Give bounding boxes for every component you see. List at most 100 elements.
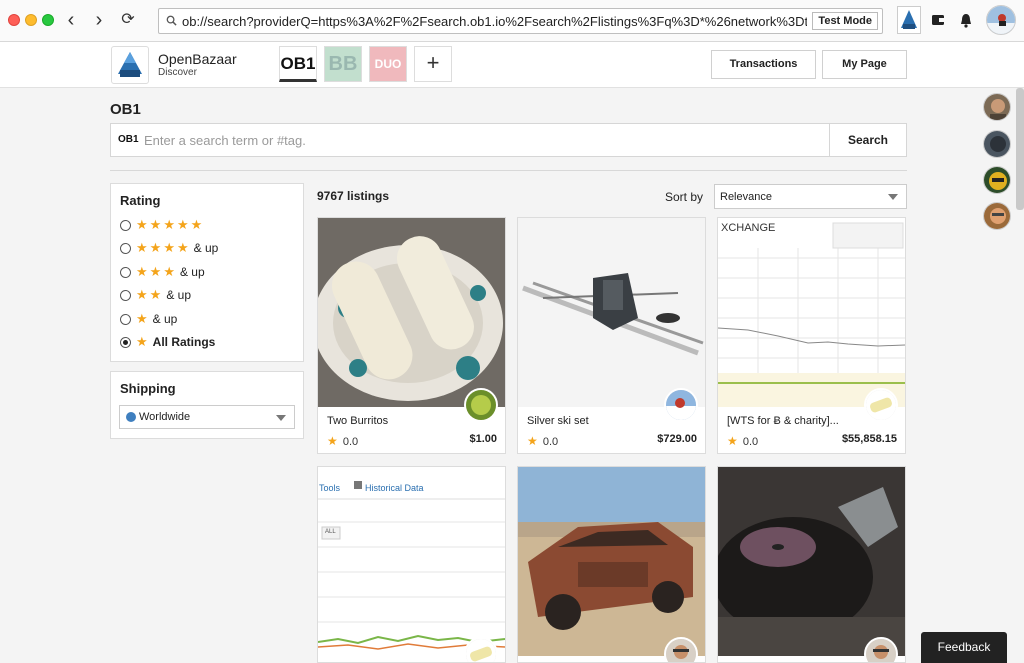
search-bar: OB1 Search bbox=[110, 123, 907, 157]
bell-icon[interactable] bbox=[959, 13, 973, 28]
close-window-button[interactable] bbox=[8, 14, 20, 26]
app-subtitle: Discover bbox=[158, 67, 197, 78]
avatar-icon bbox=[984, 167, 1010, 193]
radio-button[interactable] bbox=[120, 242, 131, 254]
followed-avatar[interactable] bbox=[983, 93, 1011, 121]
search-button[interactable]: Search bbox=[829, 124, 906, 156]
star-icon: ★ bbox=[136, 264, 148, 279]
avatar-icon bbox=[984, 94, 1010, 120]
historical-data-tab[interactable]: Historical Data bbox=[365, 483, 424, 493]
my-page-button[interactable]: My Page bbox=[822, 50, 907, 79]
star-icon: ★ bbox=[136, 217, 148, 232]
vendor-avatar[interactable] bbox=[864, 388, 898, 422]
followed-avatar[interactable] bbox=[983, 166, 1011, 194]
app-header: OpenBazaar Discover OB1 BB DUO + Transac… bbox=[0, 42, 1024, 88]
listing-image[interactable] bbox=[518, 218, 705, 407]
wallet-icon[interactable] bbox=[931, 13, 945, 27]
listing-rating-value: 0.0 bbox=[542, 436, 559, 448]
listing-image[interactable] bbox=[318, 467, 505, 656]
rating-option-1[interactable]: ★ & up bbox=[120, 311, 177, 327]
star-icon: ★ bbox=[527, 434, 538, 448]
radio-button[interactable] bbox=[120, 289, 131, 301]
followed-avatar[interactable] bbox=[983, 202, 1011, 230]
vendor-avatar[interactable] bbox=[664, 388, 698, 422]
tools-tab[interactable]: Tools bbox=[319, 483, 340, 493]
maximize-window-button[interactable] bbox=[42, 14, 54, 26]
add-provider-button[interactable]: + bbox=[414, 46, 452, 82]
listing-price: $1.00 bbox=[469, 433, 497, 445]
rating-option-label: & up bbox=[166, 288, 191, 302]
listing-image[interactable] bbox=[718, 218, 905, 407]
minimize-window-button[interactable] bbox=[25, 14, 37, 26]
chevron-down-icon bbox=[276, 415, 286, 421]
avatar-icon bbox=[984, 203, 1010, 229]
star-icon: ★ bbox=[149, 217, 162, 232]
listing-card[interactable]: Tools Historical Data ALL bbox=[317, 466, 506, 663]
listing-card[interactable]: XCHANGE [WTS for Ƀ & charity]... ★ 0.0 $… bbox=[717, 217, 906, 454]
listing-card[interactable] bbox=[517, 466, 706, 663]
feedback-button[interactable]: Feedback bbox=[921, 632, 1007, 663]
listing-card[interactable]: Silver ski set ★ 0.0 $729.00 bbox=[517, 217, 706, 454]
user-avatar[interactable] bbox=[986, 5, 1016, 35]
search-icon bbox=[166, 15, 177, 26]
divider bbox=[110, 170, 907, 171]
rating-option-5[interactable]: ★ ★ ★ ★ ★ bbox=[120, 217, 204, 233]
vendor-avatar[interactable] bbox=[464, 637, 498, 662]
listing-image[interactable] bbox=[718, 467, 905, 656]
rating-option-all[interactable]: ★ All Ratings bbox=[120, 334, 215, 350]
listing-title[interactable]: Two Burritos bbox=[327, 415, 388, 427]
address-url[interactable]: ob://search?providerQ=https%3A%2F%2Fsear… bbox=[182, 14, 807, 29]
openbazaar-logo[interactable] bbox=[111, 46, 149, 84]
shipping-filter-title: Shipping bbox=[120, 381, 176, 396]
sort-label: Sort by bbox=[665, 190, 704, 204]
star-icon: ★ bbox=[190, 217, 203, 232]
listing-title[interactable]: Silver ski set bbox=[527, 415, 589, 427]
star-icon: ★ bbox=[149, 287, 162, 302]
openbazaar-logo-icon bbox=[118, 52, 142, 77]
rating-option-3[interactable]: ★ ★ ★ & up bbox=[120, 264, 205, 280]
listing-card[interactable]: Two Burritos ★ 0.0 $1.00 bbox=[317, 217, 506, 454]
radio-button[interactable] bbox=[120, 266, 131, 278]
vendor-avatar[interactable] bbox=[864, 637, 898, 662]
forward-icon[interactable]: › bbox=[88, 9, 110, 33]
address-bar[interactable]: ob://search?providerQ=https%3A%2F%2Fsear… bbox=[158, 8, 883, 34]
transactions-button[interactable]: Transactions bbox=[711, 50, 816, 79]
provider-tab-bb[interactable]: BB bbox=[324, 46, 362, 82]
star-icon: ★ bbox=[136, 287, 148, 302]
provider-tab-ob1[interactable]: OB1 bbox=[279, 46, 317, 82]
listing-title[interactable]: [WTS for Ƀ & charity]... bbox=[727, 415, 839, 427]
followed-avatar[interactable] bbox=[983, 130, 1011, 158]
reload-icon[interactable]: ⟳ bbox=[117, 9, 139, 33]
listing-card[interactable] bbox=[717, 466, 906, 663]
skier-avatar-icon bbox=[666, 390, 696, 420]
chevron-down-icon bbox=[888, 194, 898, 200]
openbazaar-logo-icon bbox=[901, 10, 917, 29]
provider-tab-duo[interactable]: DUO bbox=[369, 46, 407, 82]
radio-button-selected[interactable] bbox=[120, 336, 131, 348]
rating-option-4[interactable]: ★ ★ ★ ★ & up bbox=[120, 240, 218, 256]
shipping-value: Worldwide bbox=[139, 411, 191, 423]
listing-image[interactable] bbox=[518, 467, 705, 656]
app-name: OpenBazaar bbox=[158, 51, 237, 67]
back-icon[interactable]: ‹ bbox=[60, 9, 82, 33]
search-provider-tag: OB1 bbox=[118, 134, 139, 145]
openbazaar-profile-icon[interactable] bbox=[897, 6, 921, 34]
listing-image[interactable] bbox=[318, 218, 505, 407]
search-input[interactable] bbox=[144, 130, 824, 150]
vendor-avatar[interactable] bbox=[664, 637, 698, 662]
sort-select[interactable]: Relevance bbox=[714, 184, 907, 209]
radio-button[interactable] bbox=[120, 313, 131, 325]
star-icon: ★ bbox=[136, 311, 148, 326]
listing-rating-value: 0.0 bbox=[742, 436, 759, 448]
vendor-avatar[interactable] bbox=[464, 388, 498, 422]
star-icon: ★ bbox=[163, 217, 175, 232]
rating-option-2[interactable]: ★ ★ & up bbox=[120, 287, 191, 303]
star-icon: ★ bbox=[163, 240, 175, 255]
shipping-select[interactable]: Worldwide bbox=[119, 405, 295, 429]
all-range-button[interactable]: ALL bbox=[325, 529, 336, 535]
rating-option-label: & up bbox=[193, 241, 219, 255]
radio-button[interactable] bbox=[120, 219, 131, 231]
test-mode-badge[interactable]: Test Mode bbox=[812, 12, 878, 30]
rating-filter-panel: Rating ★ ★ ★ ★ ★ ★ ★ ★ ★ & up ★ ★ ★ & up ★ ★ & up … bbox=[110, 183, 304, 362]
scrollbar[interactable] bbox=[1016, 88, 1024, 210]
